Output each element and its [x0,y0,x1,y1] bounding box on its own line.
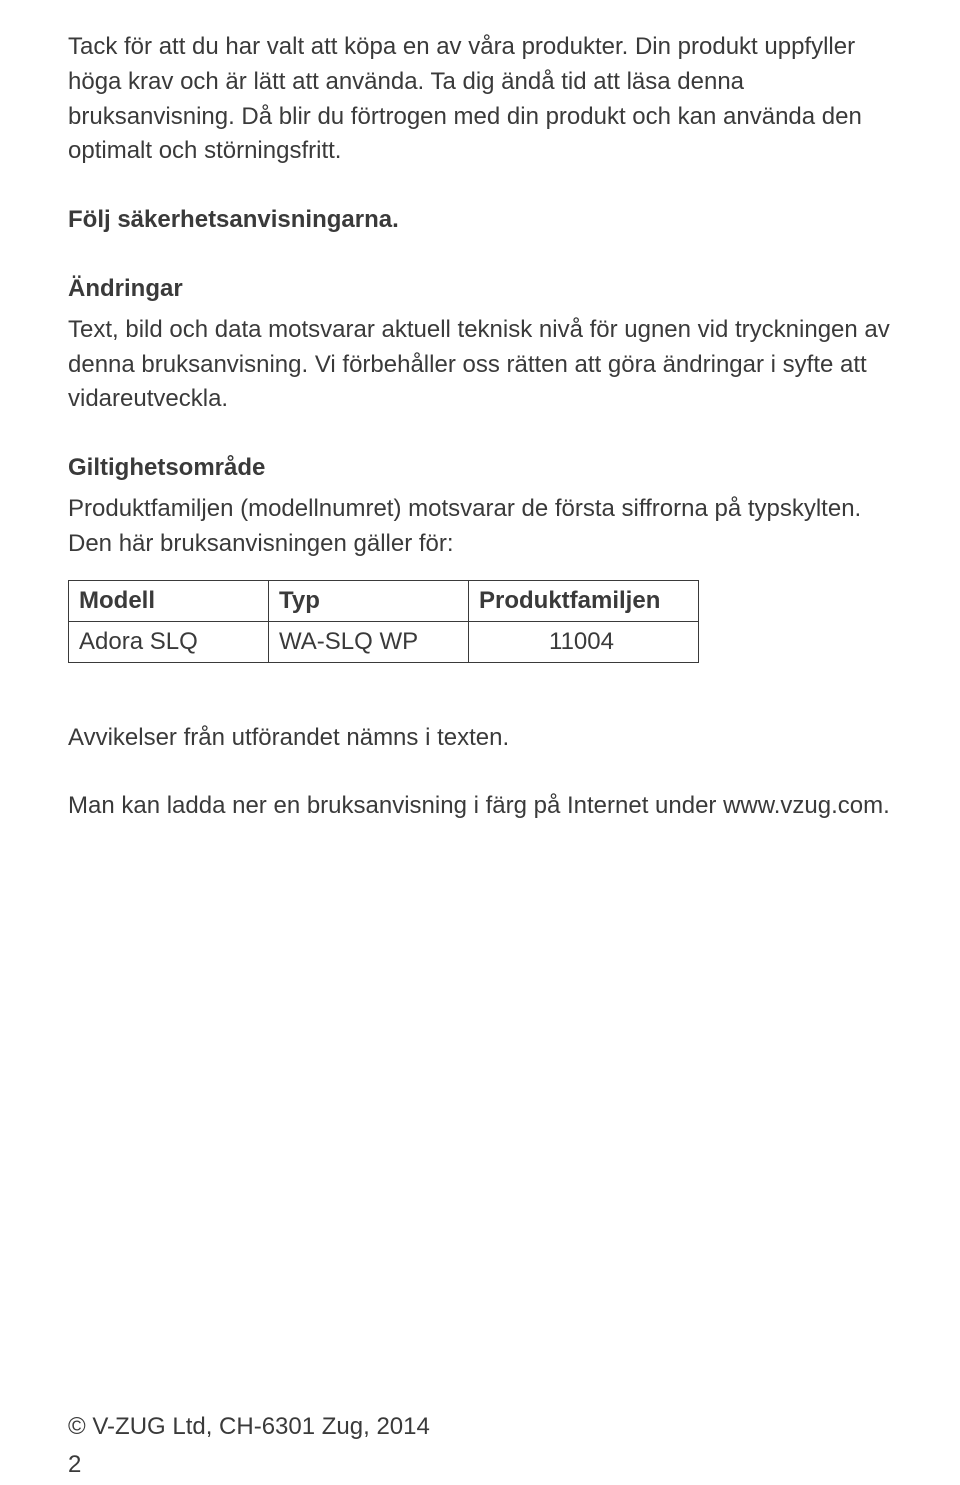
download-paragraph: Man kan ladda ner en bruksanvisning i fä… [68,789,892,824]
intro-paragraph: Tack för att du har valt att köpa en av … [68,30,892,169]
scope-body: Produktfamiljen (modellnumret) motsvarar… [68,492,892,562]
table-row: Adora SLQ WA-SLQ WP 11004 [69,621,699,662]
table-header-produktfamiljen: Produktfamiljen [469,580,699,621]
table-header-typ: Typ [269,580,469,621]
deviation-paragraph: Avvikelser från utförandet nämns i texte… [68,721,892,756]
changes-heading: Ändringar [68,272,892,307]
table-cell-produktfamiljen: 11004 [469,621,699,662]
page-number: 2 [68,1451,81,1479]
changes-body: Text, bild och data motsvarar aktuell te… [68,313,892,417]
table-header-modell: Modell [69,580,269,621]
follow-safety-text: Följ säkerhetsanvisningarna. [68,206,399,233]
table-cell-modell: Adora SLQ [69,621,269,662]
scope-heading: Giltighetsområde [68,451,892,486]
table-header-row: Modell Typ Produktfamiljen [69,580,699,621]
follow-safety-paragraph: Följ säkerhetsanvisningarna. [68,203,892,238]
table-cell-typ: WA-SLQ WP [269,621,469,662]
copyright-footer: © V-ZUG Ltd, CH-6301 Zug, 2014 [68,1409,430,1445]
model-table: Modell Typ Produktfamiljen Adora SLQ WA-… [68,580,699,663]
